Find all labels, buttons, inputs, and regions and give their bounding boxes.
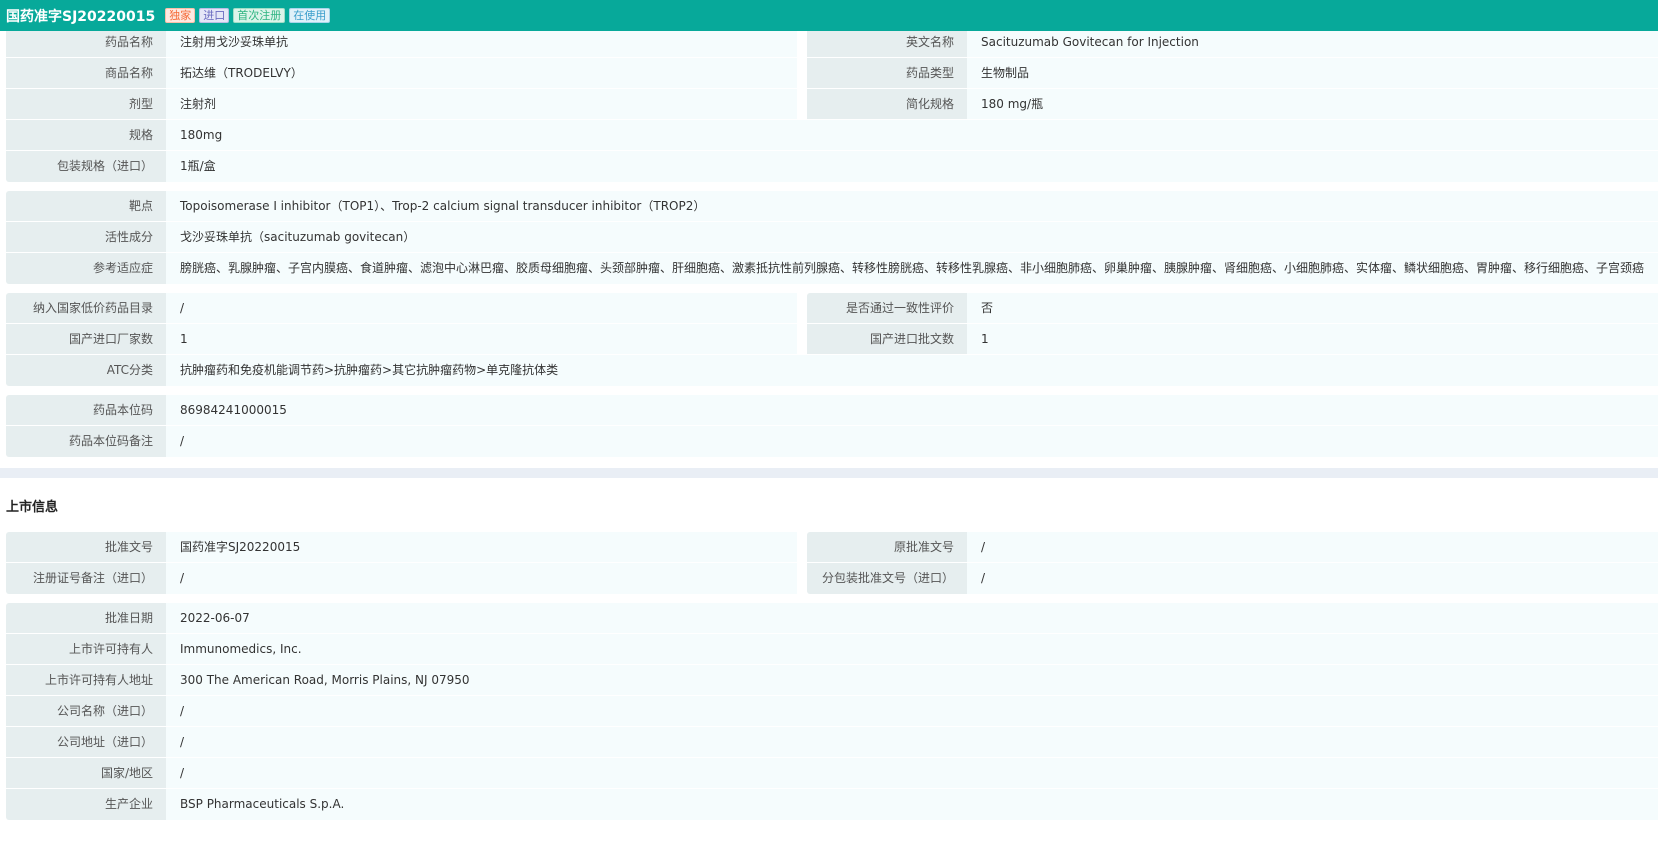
field-value: 国药准字SJ20220015 xyxy=(166,532,797,562)
info-row: 上市许可持有人 Immunomedics, Inc. xyxy=(6,634,1658,665)
field-label: 简化规格 xyxy=(807,89,967,119)
field-value: 180 mg/瓶 xyxy=(967,89,1658,119)
info-group: 纳入国家低价药品目录 / 是否通过一致性评价否国产进口厂家数 1 国产进口批文数 1 ATC… xyxy=(6,293,1658,386)
info-group: 药品本位码 86984241000015 药品本位码备注 / xyxy=(6,395,1658,457)
info-row: 生产企业 BSP Pharmaceuticals S.p.A. xyxy=(6,789,1658,820)
field-value: 1 xyxy=(166,324,797,354)
field-label: 上市许可持有人地址 xyxy=(6,665,166,695)
field-label: 国家/地区 xyxy=(6,758,166,788)
field-value: / xyxy=(166,758,1658,788)
info-group: 药品名称 注射用戈沙妥珠单抗 英文名称 Sacituzumab Govitecan f… xyxy=(6,27,1658,182)
header-bar: 国药准字SJ20220015 独家 进口 首次注册 在使用 xyxy=(0,0,1658,31)
info-row: 公司名称（进口） / xyxy=(6,696,1658,727)
market-info-section: 批准文号 国药准字SJ20220015 原批准文号 / 注册证号备注（进口） / 分包装批准… xyxy=(0,532,1658,820)
info-row: 国产进口厂家数 1 国产进口批文数 1 xyxy=(6,324,1658,355)
field-value: / xyxy=(166,563,797,594)
info-row: 批准文号 国药准字SJ20220015 原批准文号 / xyxy=(6,532,1658,563)
field-label: 原批准文号 xyxy=(807,532,967,562)
status-tag: 独家 xyxy=(165,8,196,23)
field-label: 靶点 xyxy=(6,191,166,221)
info-row: 批准日期 2022-06-07 xyxy=(6,603,1658,634)
field-value: 2022-06-07 xyxy=(166,603,1658,633)
field-value: / xyxy=(166,727,1658,757)
field-label: 规格 xyxy=(6,120,166,150)
field-value: 抗肿瘤药和免疫机能调节药>抗肿瘤药>其它抗肿瘤药物>单克隆抗体类 xyxy=(166,355,1658,386)
info-row: 靶点 Topoisomerase I inhibitor（TOP1）、Trop-2… xyxy=(6,191,1658,222)
field-value: Immunomedics, Inc. xyxy=(166,634,1658,664)
info-row: 药品名称 注射用戈沙妥珠单抗 英文名称 Sacituzumab Govitecan f… xyxy=(6,27,1658,58)
field-value: 拓达维（TRODELVY） xyxy=(166,58,797,88)
field-value: Topoisomerase I inhibitor（TOP1）、Trop-2 c… xyxy=(166,191,1658,221)
field-value: BSP Pharmaceuticals S.p.A. xyxy=(166,789,1658,820)
approval-number-title: 国药准字SJ20220015 xyxy=(6,8,156,25)
field-label: 是否通过一致性评价 xyxy=(807,293,967,323)
field-value: Sacituzumab Govitecan for Injection xyxy=(967,27,1658,57)
info-row: 纳入国家低价药品目录 / 是否通过一致性评价否 xyxy=(6,293,1658,324)
info-row: 药品本位码 86984241000015 xyxy=(6,395,1658,426)
info-row: 参考适应症 膀胱癌、乳腺肿瘤、子宫内膜癌、食道肿瘤、滤泡中心淋巴瘤、胶质母细胞瘤、… xyxy=(6,253,1658,284)
field-label: 批准日期 xyxy=(6,603,166,633)
field-label: 分包装批准文号（进口） xyxy=(807,563,967,594)
info-row: 公司地址（进口） / xyxy=(6,727,1658,758)
info-row: 活性成分 戈沙妥珠单抗（sacituzumab govitecan） xyxy=(6,222,1658,253)
status-tag: 首次注册 xyxy=(233,8,286,23)
field-value: 否 xyxy=(967,293,1658,323)
info-row: 国家/地区 / xyxy=(6,758,1658,789)
field-value: 86984241000015 xyxy=(166,395,1658,425)
info-row: 包装规格（进口） 1瓶/盒 xyxy=(6,151,1658,182)
field-label: 英文名称 xyxy=(807,27,967,57)
info-group: 靶点 Topoisomerase I inhibitor（TOP1）、Trop-2… xyxy=(6,191,1658,284)
info-row: 规格 180mg xyxy=(6,120,1658,151)
info-row: ATC分类 抗肿瘤药和免疫机能调节药>抗肿瘤药>其它抗肿瘤药物>单克隆抗体类 xyxy=(6,355,1658,386)
field-value: / xyxy=(166,696,1658,726)
field-label: 参考适应症 xyxy=(6,253,166,284)
field-label: ATC分类 xyxy=(6,355,166,386)
field-label: 公司名称（进口） xyxy=(6,696,166,726)
field-value: 膀胱癌、乳腺肿瘤、子宫内膜癌、食道肿瘤、滤泡中心淋巴瘤、胶质母细胞瘤、头颈部肿瘤… xyxy=(166,253,1658,284)
field-label: 药品类型 xyxy=(807,58,967,88)
section-title-market-info: 上市信息 xyxy=(6,500,59,515)
field-label: 药品本位码备注 xyxy=(6,426,166,457)
field-label: 包装规格（进口） xyxy=(6,151,166,182)
info-row: 注册证号备注（进口） / 分包装批准文号（进口） / xyxy=(6,563,1658,594)
field-label: 商品名称 xyxy=(6,58,166,88)
field-label: 国产进口厂家数 xyxy=(6,324,166,354)
status-tag: 进口 xyxy=(199,8,230,23)
field-label: 药品名称 xyxy=(6,27,166,57)
field-label: 国产进口批文数 xyxy=(807,324,967,354)
field-value: 180mg xyxy=(166,120,1658,150)
field-value: 300 The American Road, Morris Plains, NJ… xyxy=(166,665,1658,695)
status-tag: 在使用 xyxy=(289,8,331,23)
field-label: 纳入国家低价药品目录 xyxy=(6,293,166,323)
info-group: 批准日期 2022-06-07 上市许可持有人 Immunomedics, Inc. 上… xyxy=(6,603,1658,820)
field-value: / xyxy=(967,563,1658,594)
field-label: 公司地址（进口） xyxy=(6,727,166,757)
field-value: / xyxy=(967,532,1658,562)
basic-info-section: 药品名称 注射用戈沙妥珠单抗 英文名称 Sacituzumab Govitecan f… xyxy=(0,27,1658,457)
field-label: 药品本位码 xyxy=(6,395,166,425)
field-value: 1 xyxy=(967,324,1658,354)
field-value: 戈沙妥珠单抗（sacituzumab govitecan） xyxy=(166,222,1658,252)
section-divider xyxy=(0,468,1658,478)
field-label: 批准文号 xyxy=(6,532,166,562)
info-row: 商品名称 拓达维（TRODELVY） 药品类型 生物制品 xyxy=(6,58,1658,89)
info-row: 上市许可持有人地址 300 The American Road, Morris P… xyxy=(6,665,1658,696)
status-tags: 独家 进口 首次注册 在使用 xyxy=(165,8,334,23)
field-label: 上市许可持有人 xyxy=(6,634,166,664)
field-label: 注册证号备注（进口） xyxy=(6,563,166,594)
field-value: / xyxy=(166,426,1658,457)
drug-detail-content: 药品名称 注射用戈沙妥珠单抗 英文名称 Sacituzumab Govitecan f… xyxy=(0,27,1658,829)
info-row: 剂型 注射剂 简化规格 180 mg/瓶 xyxy=(6,89,1658,120)
info-row: 药品本位码备注 / xyxy=(6,426,1658,457)
field-value: 生物制品 xyxy=(967,58,1658,88)
field-value: / xyxy=(166,293,797,323)
field-label: 生产企业 xyxy=(6,789,166,820)
field-value: 注射用戈沙妥珠单抗 xyxy=(166,27,797,57)
field-value: 注射剂 xyxy=(166,89,797,119)
field-value: 1瓶/盒 xyxy=(166,151,1658,182)
field-label: 剂型 xyxy=(6,89,166,119)
field-label: 活性成分 xyxy=(6,222,166,252)
info-group: 批准文号 国药准字SJ20220015 原批准文号 / 注册证号备注（进口） / 分包装批准… xyxy=(6,532,1658,594)
